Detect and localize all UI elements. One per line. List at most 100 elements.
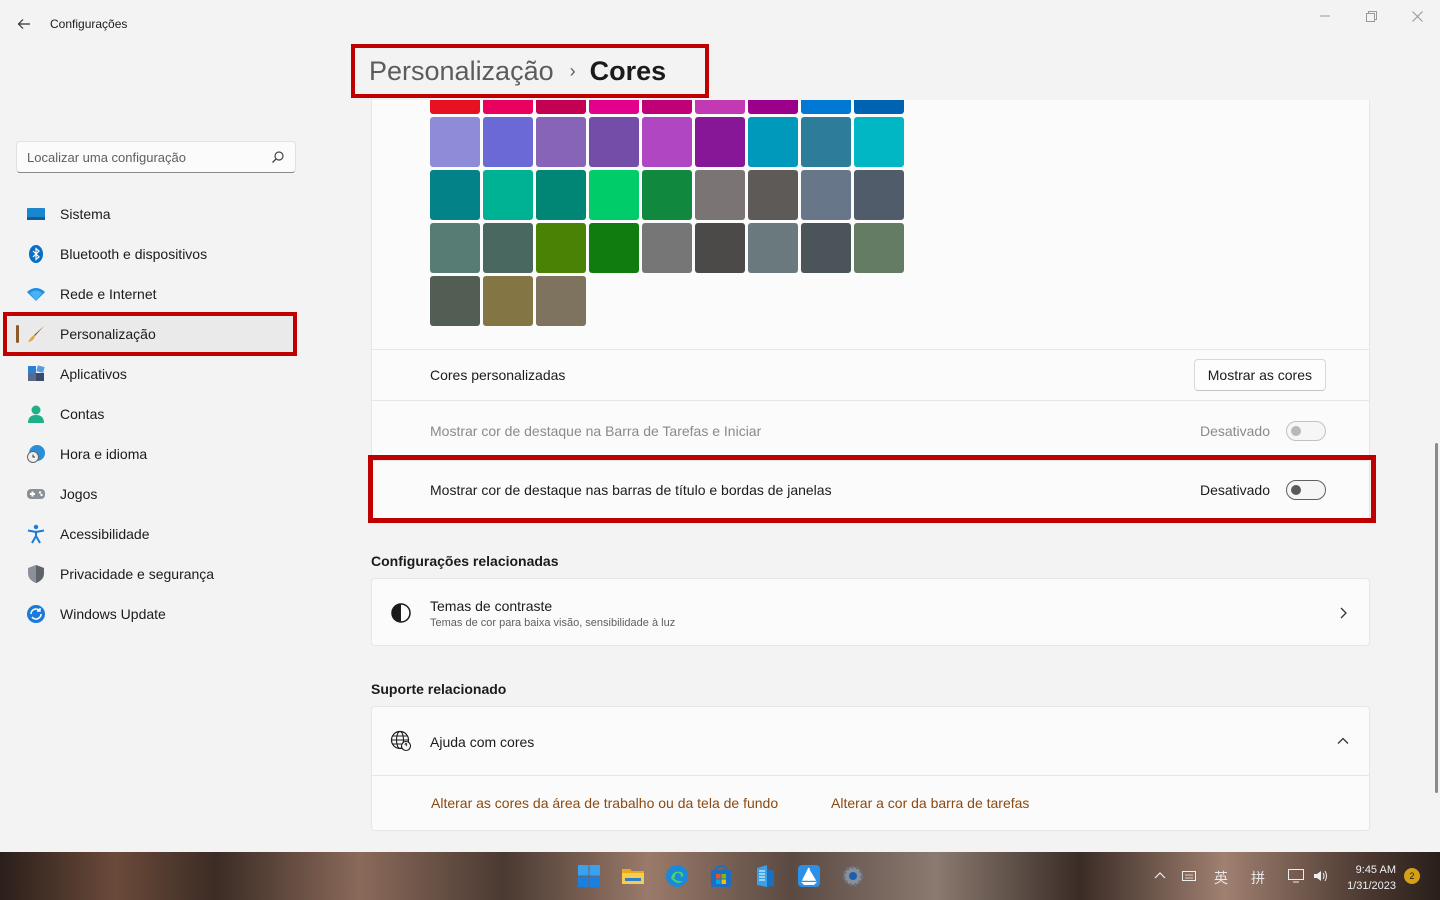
color-swatch[interactable] (695, 170, 745, 220)
color-swatch[interactable] (642, 100, 692, 114)
restore-button[interactable] (1348, 0, 1394, 32)
sidebar-item-label: Hora e idioma (60, 446, 148, 462)
chevron-up-icon[interactable] (1154, 870, 1166, 882)
keyboard-icon[interactable] (1182, 869, 1196, 883)
title-bar: Configurações (0, 0, 1440, 48)
sidebar-item-bluetooth[interactable]: Bluetooth e dispositivos (8, 234, 296, 274)
color-swatch[interactable] (695, 100, 745, 114)
sidebar-item-acessibilidade[interactable]: Acessibilidade (8, 514, 296, 554)
building-app-icon[interactable] (753, 864, 777, 888)
sidebar-item-privacidade[interactable]: Privacidade e segurança (8, 554, 296, 594)
monitor-icon (26, 204, 46, 224)
color-swatch[interactable] (483, 276, 533, 326)
windows-start-icon[interactable] (577, 864, 601, 888)
color-swatch[interactable] (748, 223, 798, 273)
close-button[interactable] (1394, 0, 1440, 32)
search-input[interactable] (27, 149, 267, 165)
color-swatch[interactable] (536, 100, 586, 114)
sidebar-item-personalizacao[interactable]: Personalização (8, 314, 296, 354)
input-language-indicator[interactable]: 英 (1214, 868, 1228, 888)
contrast-themes-subtitle: Temas de cor para baixa visão, sensibili… (430, 617, 676, 629)
color-swatch[interactable] (483, 223, 533, 273)
color-swatch[interactable] (854, 223, 904, 273)
color-swatch[interactable] (801, 100, 851, 114)
scrollbar[interactable] (1435, 443, 1438, 793)
file-explorer-icon[interactable] (621, 864, 645, 888)
paintbrush-icon (26, 324, 46, 344)
contrast-themes-card[interactable]: Temas de contraste Temas de cor para bai… (371, 578, 1370, 646)
color-swatch[interactable] (642, 117, 692, 167)
network-icon[interactable] (1288, 869, 1304, 883)
back-button[interactable] (10, 12, 38, 36)
input-method-indicator[interactable]: 拼 (1251, 868, 1265, 888)
store-icon[interactable] (709, 864, 733, 888)
color-swatch[interactable] (854, 100, 904, 114)
edge-browser-icon[interactable] (665, 864, 689, 888)
color-swatch[interactable] (695, 117, 745, 167)
sidebar-item-label: Bluetooth e dispositivos (60, 246, 208, 262)
help-link-desktop-colors[interactable]: Alterar as cores da área de trabalho ou … (431, 795, 778, 811)
sidebar-item-sistema[interactable]: Sistema (8, 194, 296, 234)
color-swatch[interactable] (801, 223, 851, 273)
sidebar-item-label: Windows Update (60, 606, 166, 622)
color-swatch[interactable] (430, 100, 480, 114)
search-icon[interactable] (271, 150, 285, 164)
color-swatch[interactable] (483, 170, 533, 220)
color-swatch[interactable] (430, 223, 480, 273)
color-swatch[interactable] (854, 170, 904, 220)
chevron-right-icon (1340, 607, 1347, 619)
sidebar-item-label: Aplicativos (60, 366, 127, 382)
breadcrumb-parent[interactable]: Personalização (369, 56, 554, 87)
color-swatch[interactable] (589, 170, 639, 220)
titlebar-accent-toggle[interactable] (1286, 480, 1326, 500)
color-swatch[interactable] (536, 223, 586, 273)
wifi-icon (26, 284, 46, 304)
help-colors-header[interactable]: Ajuda com cores (372, 707, 1369, 775)
color-swatch[interactable] (748, 100, 798, 114)
color-swatch[interactable] (642, 223, 692, 273)
gamepad-icon (26, 484, 46, 504)
color-swatch[interactable] (430, 117, 480, 167)
sailboat-app-icon[interactable] (797, 864, 821, 888)
color-swatch[interactable] (695, 223, 745, 273)
color-swatch[interactable] (801, 170, 851, 220)
color-swatch[interactable] (748, 117, 798, 167)
color-swatch[interactable] (801, 117, 851, 167)
clock[interactable]: 9:45 AM 1/31/2023 (1340, 862, 1396, 894)
settings-gear-icon[interactable] (841, 864, 865, 888)
color-swatch[interactable] (483, 100, 533, 114)
titlebar-accent-toggle-group: Desativado (1200, 480, 1326, 500)
color-swatch[interactable] (589, 117, 639, 167)
sidebar-item-label: Privacidade e segurança (60, 566, 215, 582)
divider (372, 775, 1369, 776)
notification-badge[interactable]: 2 (1404, 868, 1420, 884)
color-swatch[interactable] (536, 170, 586, 220)
color-swatch[interactable] (430, 170, 480, 220)
color-swatch[interactable] (642, 170, 692, 220)
color-swatch[interactable] (748, 170, 798, 220)
sidebar-item-jogos[interactable]: Jogos (8, 474, 296, 514)
minimize-button[interactable] (1302, 0, 1348, 32)
help-colors-card: Ajuda com cores Alterar as cores da área… (371, 706, 1370, 831)
color-swatch[interactable] (589, 223, 639, 273)
color-swatch[interactable] (483, 117, 533, 167)
show-colors-button[interactable]: Mostrar as cores (1193, 359, 1326, 391)
arrow-left-icon (17, 19, 30, 29)
sidebar-item-windows-update[interactable]: Windows Update (8, 594, 296, 634)
sidebar-item-contas[interactable]: Contas (8, 394, 296, 434)
shield-icon (26, 564, 46, 584)
sidebar-item-aplicativos[interactable]: Aplicativos (8, 354, 296, 394)
color-swatch[interactable] (430, 276, 480, 326)
volume-icon[interactable] (1313, 869, 1329, 883)
help-link-taskbar-color[interactable]: Alterar a cor da barra de tarefas (831, 795, 1029, 811)
globe-help-icon (390, 730, 412, 752)
color-swatch[interactable] (589, 100, 639, 114)
color-swatch[interactable] (536, 276, 586, 326)
sidebar-item-rede[interactable]: Rede e Internet (8, 274, 296, 314)
person-icon (26, 404, 46, 424)
color-swatch[interactable] (854, 117, 904, 167)
color-swatch[interactable] (536, 117, 586, 167)
search-box[interactable] (16, 141, 296, 173)
sidebar-item-label: Sistema (60, 206, 111, 222)
sidebar-item-hora[interactable]: Hora e idioma (8, 434, 296, 474)
